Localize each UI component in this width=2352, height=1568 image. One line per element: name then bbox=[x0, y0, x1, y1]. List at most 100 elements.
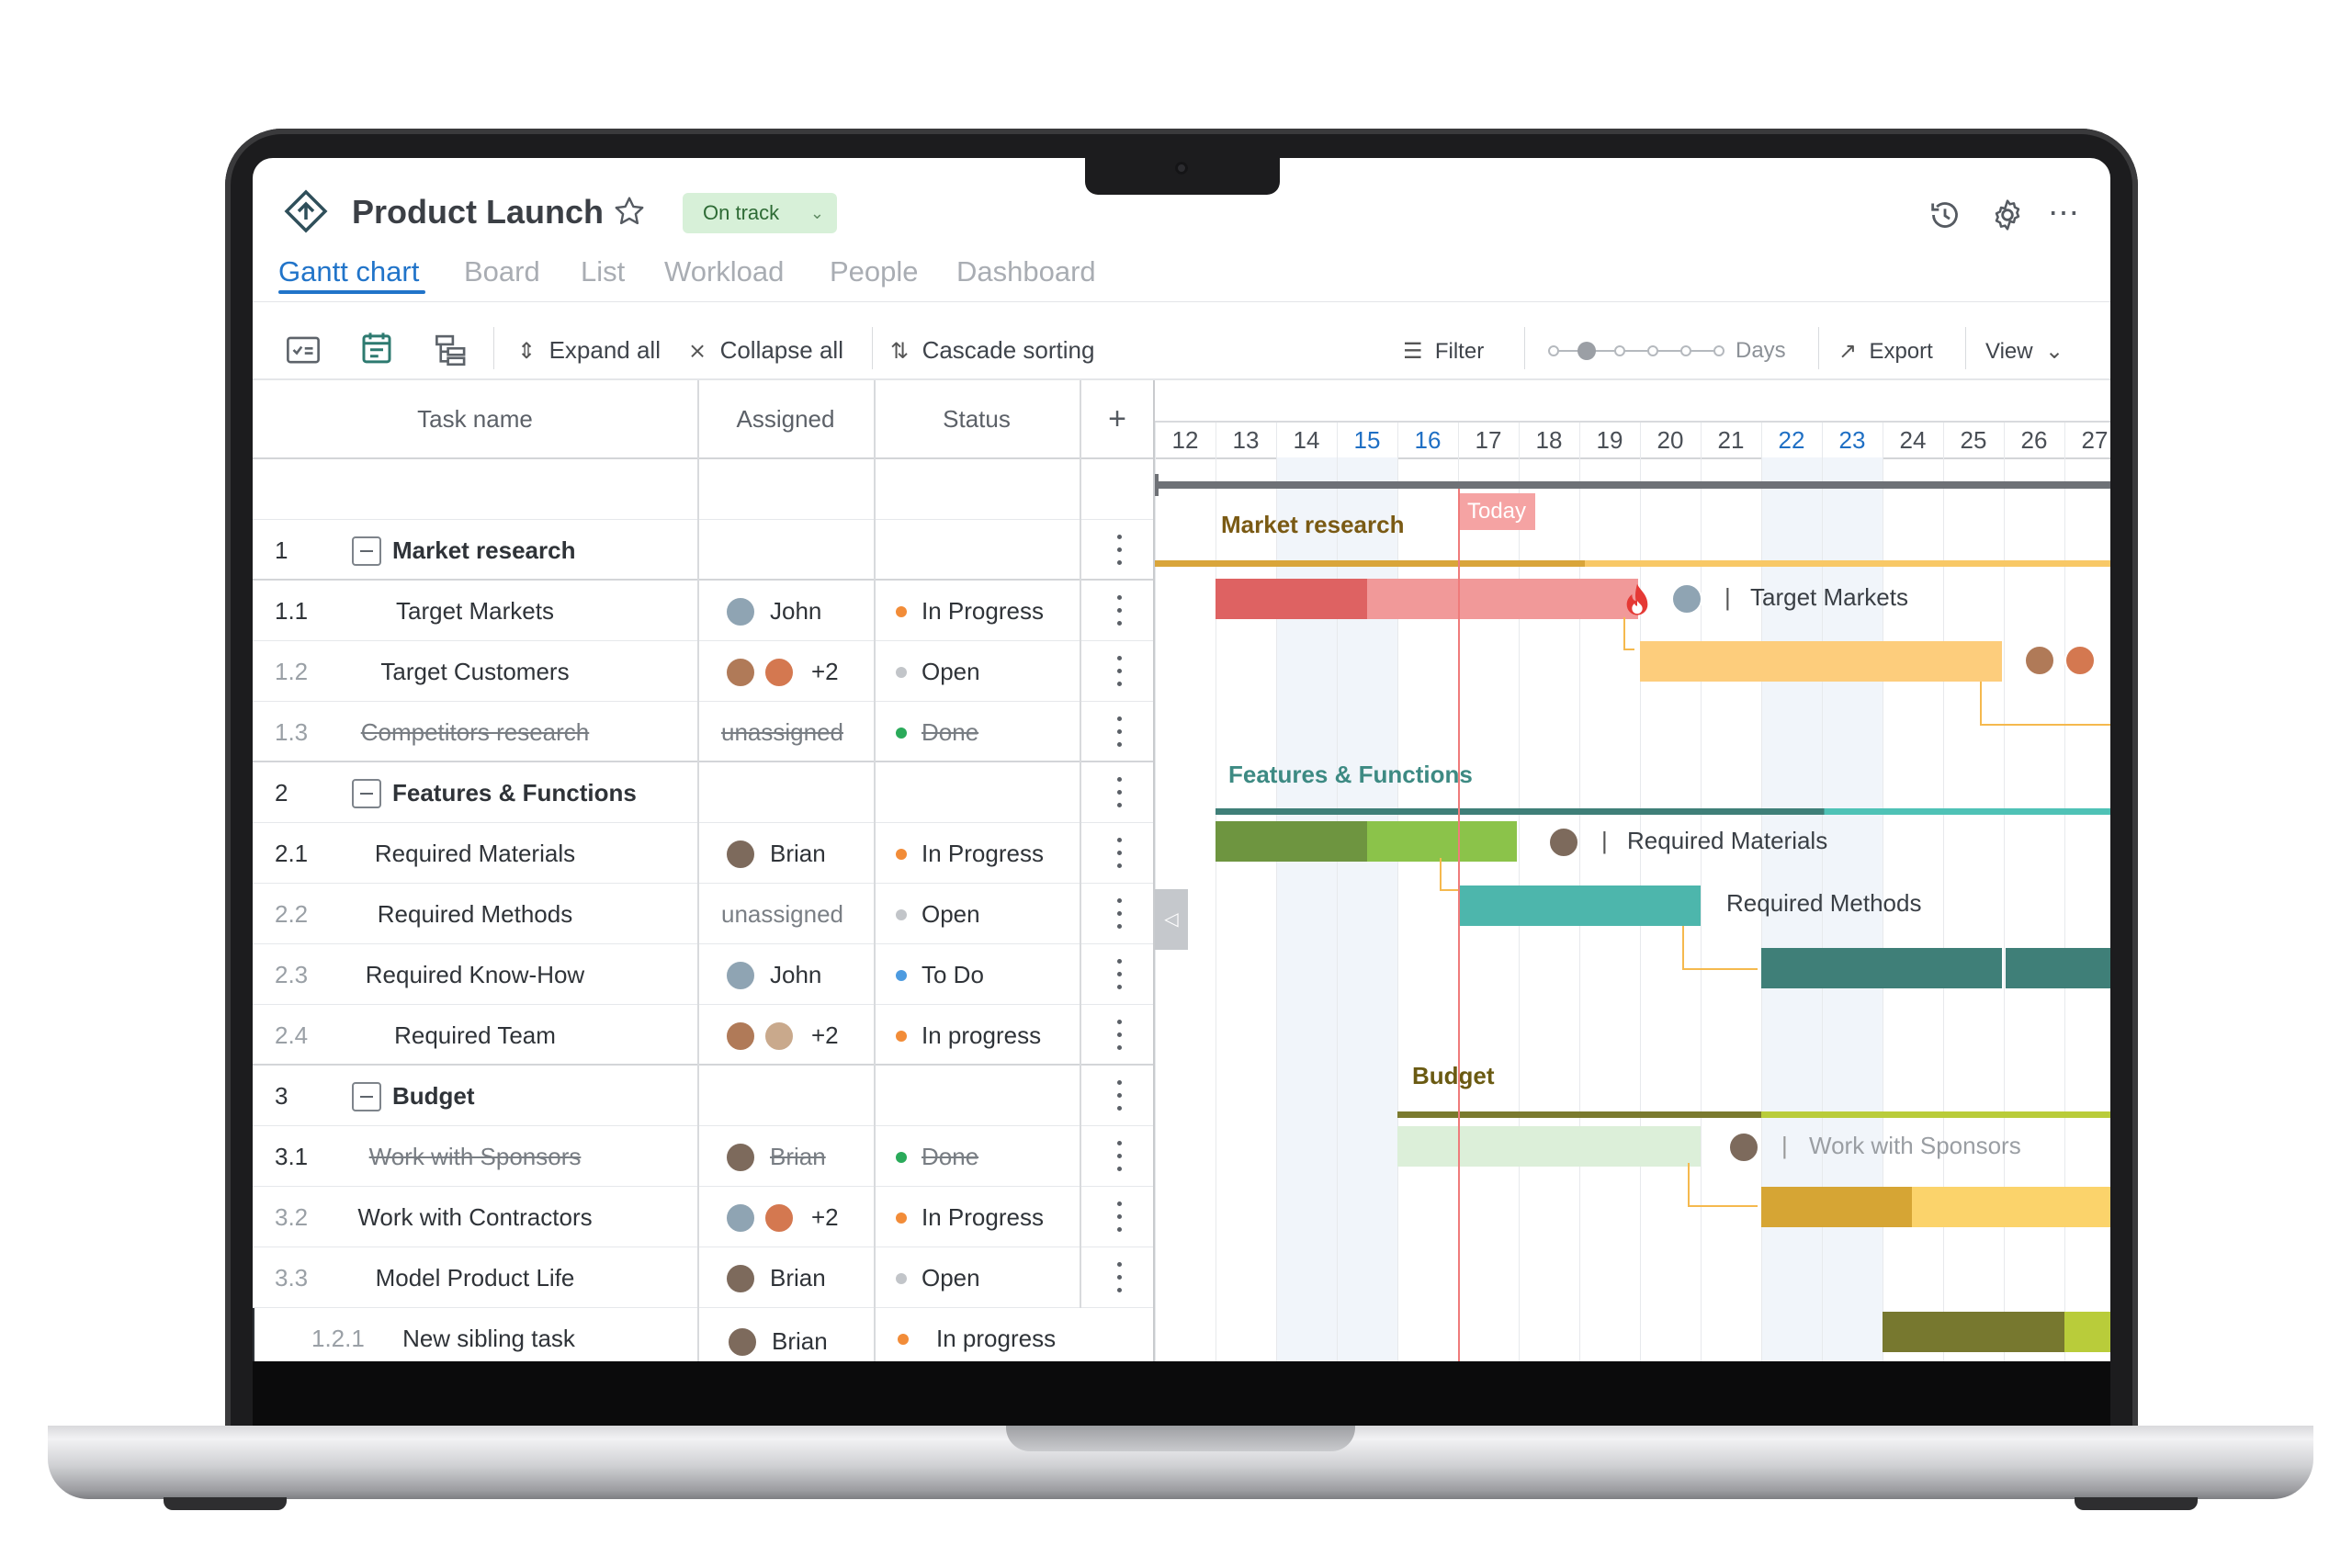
column-header-task-name[interactable]: Task name bbox=[253, 380, 697, 457]
history-icon[interactable] bbox=[1927, 197, 1963, 233]
gantt-bar-required-know-how[interactable] bbox=[1761, 948, 2002, 988]
assignee-name: unassigned bbox=[721, 718, 843, 746]
app-screen: Product Launch On track ⌄ ⋯ Gantt chart … bbox=[253, 158, 2110, 1361]
hierarchy-icon[interactable] bbox=[433, 331, 471, 369]
task-row[interactable]: 1.1 Target Markets John In Progress bbox=[253, 581, 1155, 641]
gantt-bar-target-customers[interactable] bbox=[1640, 641, 2002, 682]
tab-workload[interactable]: Workload bbox=[664, 255, 784, 288]
toolbar-separator bbox=[1818, 327, 1819, 369]
status-dot bbox=[896, 909, 907, 920]
project-status-dropdown[interactable]: On track ⌄ bbox=[683, 193, 837, 233]
tab-people[interactable]: People bbox=[830, 255, 919, 288]
group-row-features-functions[interactable]: 2 Features & Functions bbox=[253, 762, 1155, 823]
calendar-icon[interactable] bbox=[357, 329, 396, 367]
collapse-group-icon[interactable] bbox=[352, 536, 381, 566]
task-row[interactable]: 1.3 Competitors research unassigned Done bbox=[253, 702, 1155, 762]
gantt-bar-target-markets-progress[interactable] bbox=[1216, 579, 1367, 619]
row-menu-icon[interactable] bbox=[1114, 1135, 1124, 1178]
row-menu-icon[interactable] bbox=[1114, 953, 1124, 996]
row-menu-icon[interactable] bbox=[1114, 772, 1124, 814]
view-dropdown[interactable]: View ⌄ bbox=[1985, 338, 2064, 365]
tab-list[interactable]: List bbox=[581, 255, 625, 288]
collapse-grid-handle[interactable]: ◁ bbox=[1155, 889, 1188, 950]
gantt-bar-required-team[interactable] bbox=[2006, 948, 2110, 988]
tab-board[interactable]: Board bbox=[464, 255, 540, 288]
cascade-sorting-button[interactable]: ⇅ Cascade sorting bbox=[890, 336, 1094, 365]
laptop-foot-left bbox=[164, 1497, 287, 1510]
collapse-all-button[interactable]: ⨯ Collapse all bbox=[688, 336, 843, 365]
add-column-button[interactable]: + bbox=[1080, 380, 1155, 457]
laptop-base-notch bbox=[1006, 1426, 1355, 1451]
filter-button[interactable]: ☰ Filter bbox=[1403, 338, 1484, 365]
row-menu-icon[interactable] bbox=[1114, 832, 1124, 874]
column-header-status[interactable]: Status bbox=[874, 380, 1080, 457]
tab-dashboard[interactable]: Dashboard bbox=[956, 255, 1096, 288]
group-label-market-research: Market research bbox=[1221, 511, 1405, 538]
gantt-bar-required-methods[interactable] bbox=[1460, 886, 1701, 926]
export-button[interactable]: ↗ Export bbox=[1838, 338, 1933, 365]
task-row[interactable]: 3.3 Model Product Life Brian Open bbox=[253, 1247, 1155, 1308]
task-name: Required Know-How bbox=[365, 961, 585, 988]
task-row[interactable]: 2.1 Required Materials Brian In Progress bbox=[253, 823, 1155, 884]
assignee-name: unassigned bbox=[721, 900, 843, 928]
column-header-assigned[interactable]: Assigned bbox=[697, 380, 874, 457]
gantt-label-required-materials: Required Materials bbox=[1627, 827, 1828, 854]
group-row-budget[interactable]: 3 Budget bbox=[253, 1066, 1155, 1126]
group-row-market-research[interactable]: 1 Market research bbox=[253, 520, 1155, 581]
task-row[interactable]: 2.4 Required Team +2 In progress bbox=[253, 1005, 1155, 1066]
task-row[interactable]: 3.1 Work with Sponsors Brian Done bbox=[253, 1126, 1155, 1187]
row-menu-icon[interactable] bbox=[1114, 1014, 1124, 1056]
expand-all-button[interactable]: ⇕ Expand all bbox=[517, 336, 661, 365]
zoom-slider[interactable] bbox=[1546, 340, 1726, 362]
project-title: Product Launch bbox=[352, 193, 605, 231]
row-menu-icon[interactable] bbox=[1114, 1257, 1124, 1299]
export-label: Export bbox=[1869, 339, 1933, 364]
task-row[interactable]: 2.3 Required Know-How John To Do bbox=[253, 944, 1155, 1005]
gantt-bar-target-markets[interactable] bbox=[1367, 579, 1638, 619]
status-text: Done bbox=[922, 1143, 979, 1170]
assignee-name: John bbox=[770, 961, 822, 988]
gantt-bar-work-with-contractors-progress[interactable] bbox=[1761, 1187, 1912, 1227]
status-text: In Progress bbox=[922, 840, 1044, 867]
row-menu-icon[interactable] bbox=[1114, 529, 1124, 571]
star-icon[interactable] bbox=[613, 195, 646, 228]
gantt-bar-model-product-life[interactable] bbox=[1883, 1312, 2064, 1352]
task-row[interactable]: 1.2 Target Customers +2 Open bbox=[253, 641, 1155, 702]
task-row-new-sibling[interactable]: 1.2.1 New sibling task Brian In progress bbox=[253, 1308, 1155, 1361]
gantt-bar-required-materials-progress[interactable] bbox=[1216, 821, 1367, 862]
day-label: 23 bbox=[1838, 426, 1866, 454]
avatar bbox=[725, 1021, 756, 1052]
avatar bbox=[725, 1202, 756, 1234]
project-summary-bar bbox=[1155, 481, 2110, 489]
row-menu-icon[interactable] bbox=[1114, 590, 1124, 632]
row-menu-icon[interactable] bbox=[1114, 711, 1124, 753]
task-row[interactable]: 3.2 Work with Contractors +2 In Progress bbox=[253, 1187, 1155, 1247]
task-row[interactable]: 2.2 Required Methods unassigned Open bbox=[253, 884, 1155, 944]
gear-icon[interactable] bbox=[1989, 197, 2026, 233]
gantt-timeline: 12 13 14 15 16 17 18 19 20 21 22 23 24 25 26 27 Today M… bbox=[1155, 380, 2110, 1361]
row-menu-icon[interactable] bbox=[1114, 893, 1124, 935]
gantt-bar-new-sibling-task[interactable] bbox=[2064, 1312, 2110, 1352]
task-view-icon[interactable] bbox=[284, 331, 322, 369]
row-menu-icon[interactable] bbox=[1114, 1196, 1124, 1238]
gantt-bar-required-materials[interactable] bbox=[1367, 821, 1517, 862]
assignee-name: John bbox=[770, 597, 822, 625]
task-name: Required Methods bbox=[377, 900, 573, 928]
row-number: 1 bbox=[275, 536, 288, 564]
avatar bbox=[763, 657, 795, 688]
gantt-bar-work-with-contractors[interactable] bbox=[1912, 1187, 2110, 1227]
bar-separator: | bbox=[1601, 827, 1608, 854]
gantt-bar-work-with-sponsors[interactable] bbox=[1397, 1126, 1701, 1167]
day-label: 20 bbox=[1657, 426, 1684, 454]
more-options-icon[interactable]: ⋯ bbox=[2048, 195, 2081, 231]
task-name: Work with Contractors bbox=[357, 1203, 593, 1231]
row-menu-icon[interactable] bbox=[1114, 650, 1124, 693]
avatar-brian bbox=[725, 1142, 756, 1173]
collapse-group-icon[interactable] bbox=[352, 1082, 381, 1111]
collapse-group-icon[interactable] bbox=[352, 779, 381, 808]
collapse-icon: ⨯ bbox=[688, 339, 707, 364]
day-label: 16 bbox=[1414, 426, 1442, 454]
tab-gantt-chart[interactable]: Gantt chart bbox=[278, 255, 419, 288]
overdue-fire-icon bbox=[1626, 583, 1648, 615]
row-menu-icon[interactable] bbox=[1114, 1075, 1124, 1117]
